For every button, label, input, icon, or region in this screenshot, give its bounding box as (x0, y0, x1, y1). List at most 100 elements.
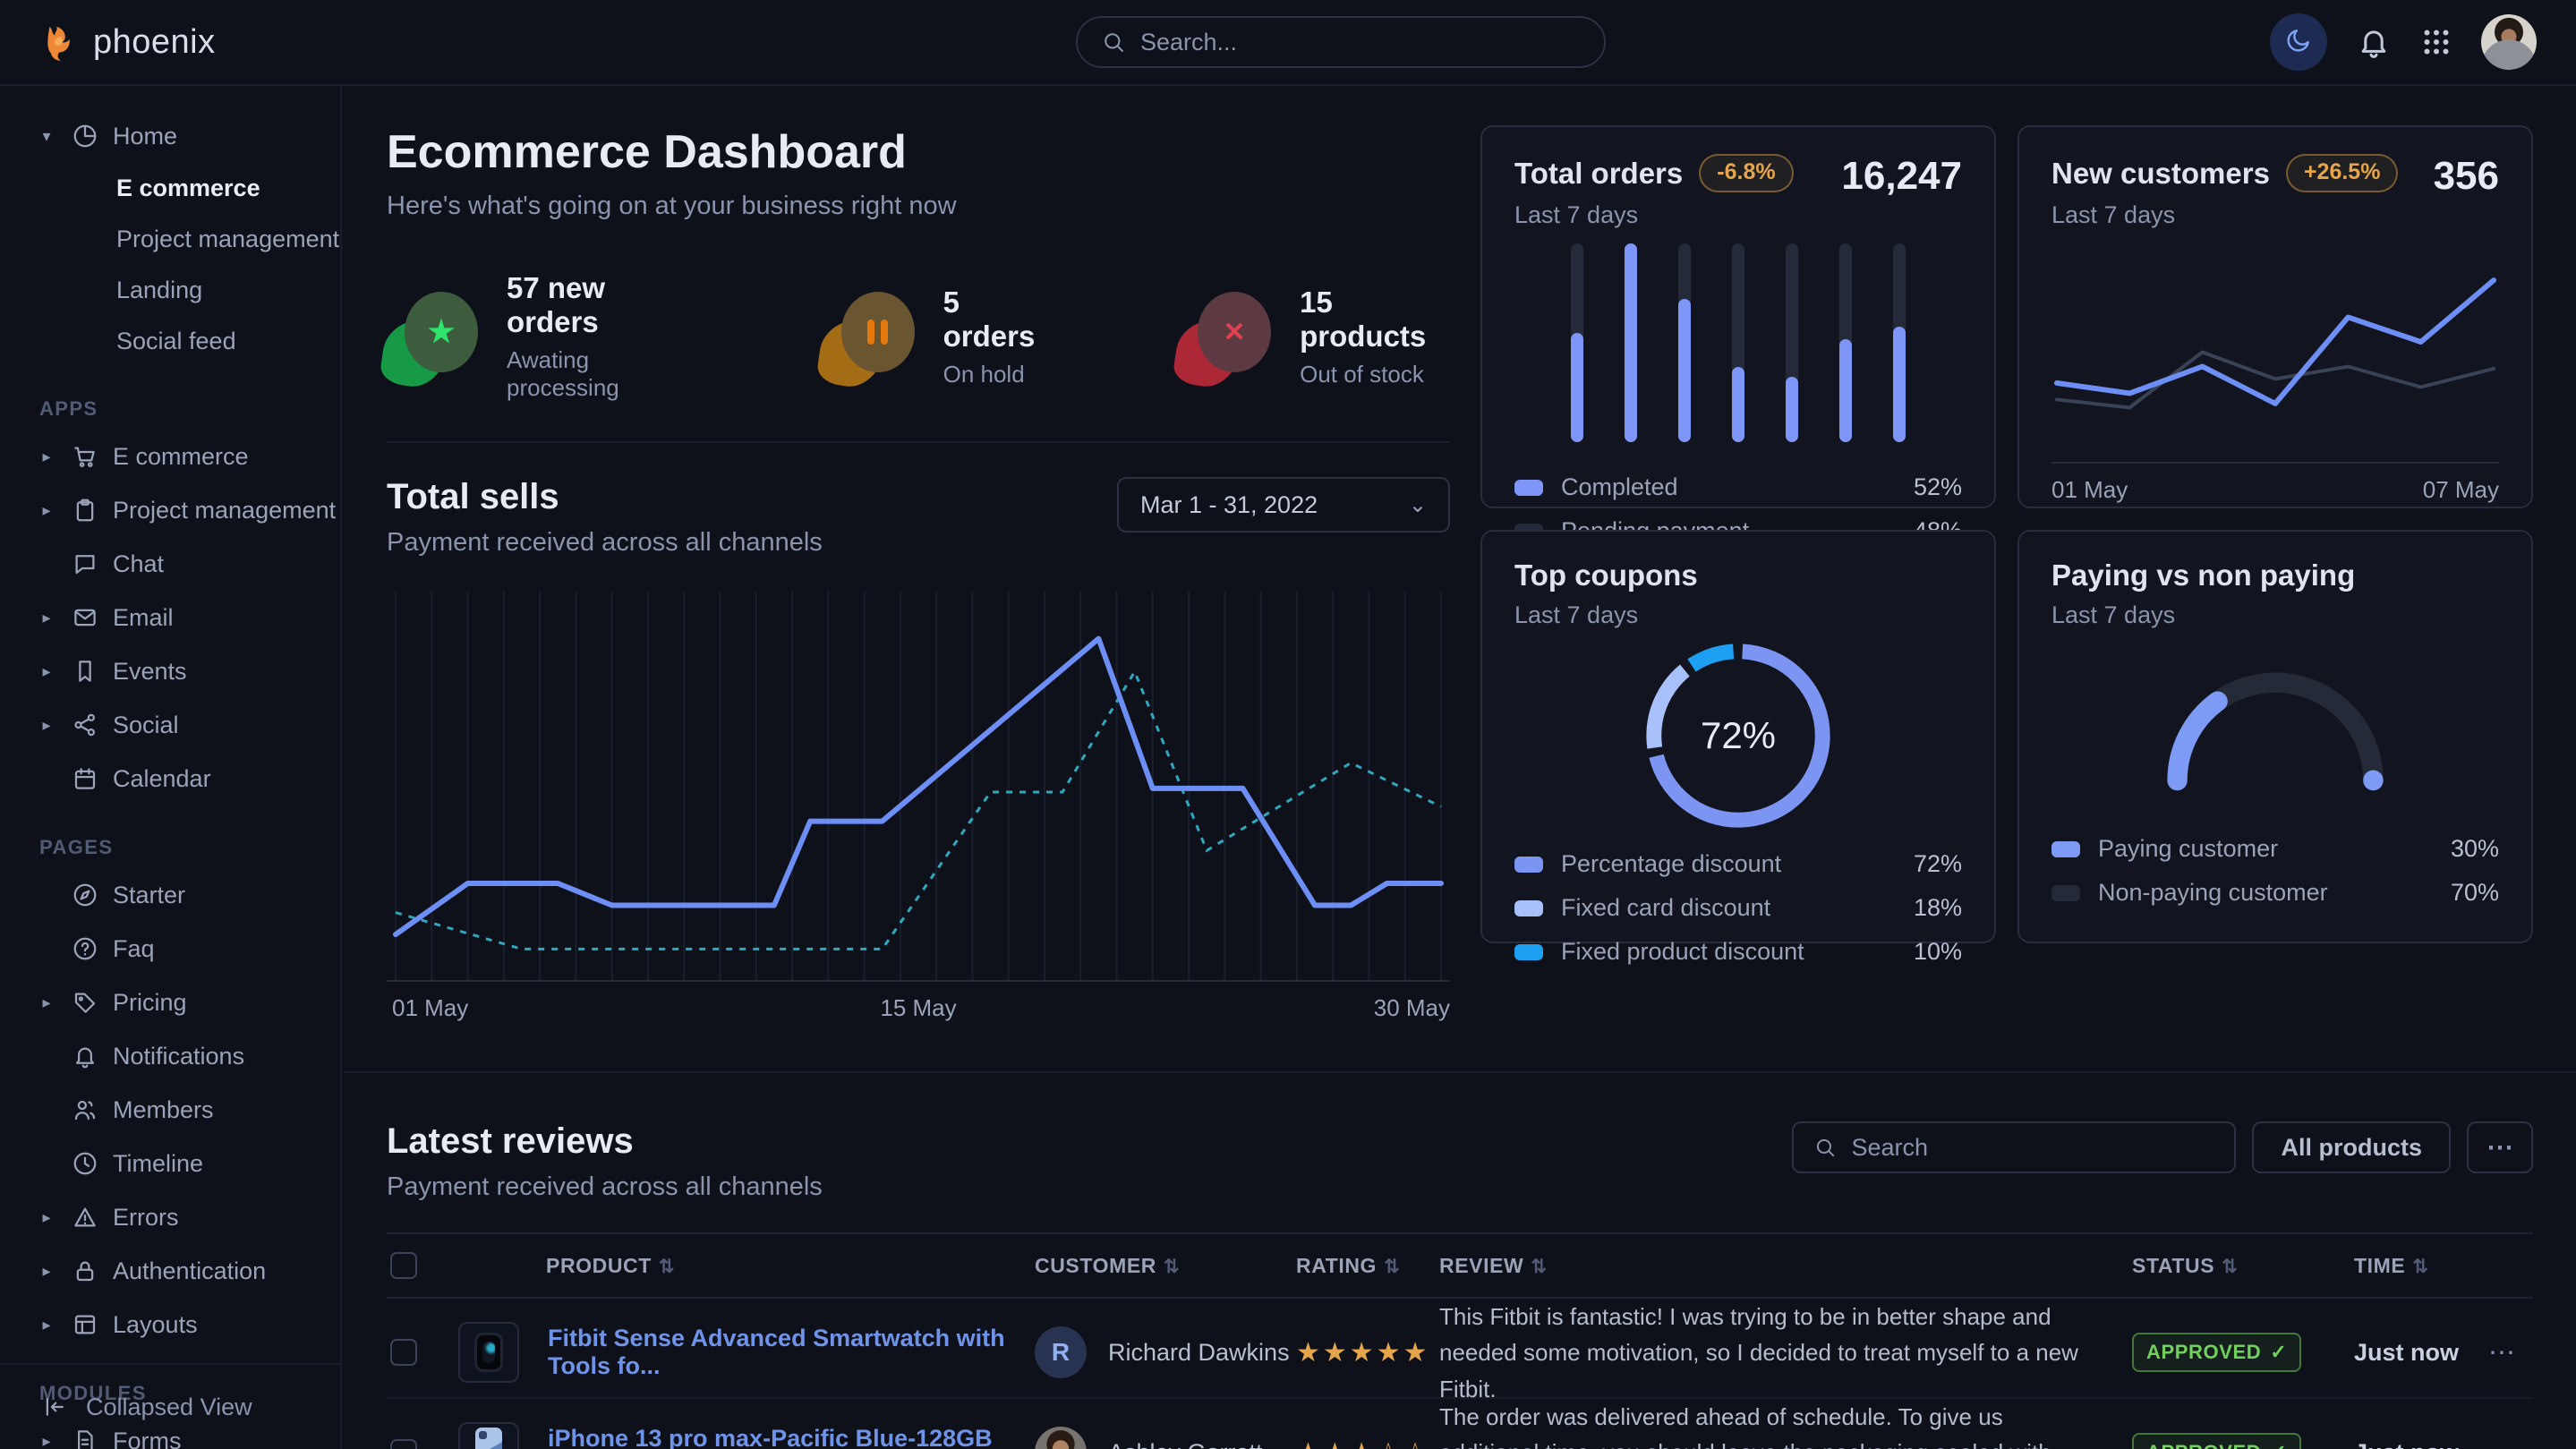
sidebar-item-social[interactable]: ▸ Social (0, 698, 340, 752)
stat-new-orders: ★ 57 new orders Awating processing (387, 271, 689, 402)
sidebar-item-label: Faq (113, 935, 155, 963)
customer-avatar (1035, 1427, 1087, 1449)
row-actions-button[interactable]: ⋯ (2488, 1337, 2533, 1368)
donut-center-label: 72% (1701, 714, 1776, 757)
global-search[interactable] (1076, 16, 1606, 68)
sidebar-item-notifications[interactable]: Notifications (0, 1029, 340, 1083)
card-value: 16,247 (1841, 154, 1962, 199)
chevron-down-icon: ⌄ (1409, 492, 1427, 518)
stat-value: 15 products (1300, 286, 1450, 354)
reviews-table: PRODUCT⇅ CUSTOMER⇅ RATING⇅ REVIEW⇅ STATU… (387, 1232, 2533, 1449)
select-all-checkbox[interactable] (390, 1252, 417, 1279)
product-link[interactable]: iPhone 13 pro max-Pacific Blue-128GB sto… (548, 1425, 1035, 1449)
sidebar-item-label: Project management (113, 497, 336, 524)
row-actions-button[interactable]: ⋯ (2488, 1437, 2533, 1449)
all-products-button[interactable]: All products (2252, 1121, 2451, 1173)
sidebar-item-label: Chat (113, 550, 164, 578)
product-thumbnail[interactable] (458, 1322, 519, 1383)
caret-right-icon: ▸ (36, 1262, 57, 1281)
legend-swatch (2051, 885, 2080, 901)
caret-right-icon: ▸ (36, 609, 57, 627)
global-search-input[interactable] (1140, 29, 1581, 56)
customer-avatar: R (1035, 1326, 1087, 1378)
sidebar-item-landing[interactable]: Landing (0, 265, 340, 316)
x-tick: 07 May (2423, 476, 2499, 504)
column-header-status[interactable]: STATUS⇅ (2132, 1254, 2354, 1278)
stat-caption: Out of stock (1300, 361, 1450, 388)
sidebar-item-starter[interactable]: Starter (0, 868, 340, 922)
user-avatar[interactable] (2481, 14, 2537, 70)
brand-logo[interactable]: phoenix (39, 21, 216, 63)
sidebar-item-faq[interactable]: Faq (0, 922, 340, 976)
new-customers-chart: 01 May 07 May (2051, 229, 2499, 504)
more-options-button[interactable]: ⋯ (2467, 1121, 2533, 1173)
sidebar-item-calendar[interactable]: Calendar (0, 752, 340, 805)
sidebar-item-email[interactable]: ▸ Email (0, 591, 340, 644)
sidebar-item-project-management-app[interactable]: ▸ Project management (0, 483, 340, 537)
sidebar-item-authentication[interactable]: ▸ Authentication (0, 1244, 340, 1298)
customer-name: Ashley Garrett (1108, 1439, 1263, 1449)
date-range-select[interactable]: Mar 1 - 31, 2022 ⌄ (1117, 477, 1450, 533)
reviews-search[interactable] (1792, 1121, 2236, 1173)
sidebar-item-label: E commerce (113, 443, 249, 471)
legend-label: Paying customer (2098, 835, 2278, 863)
total-sells-chart-svg (387, 579, 1450, 984)
on-hold-blob-icon (823, 292, 917, 381)
theme-toggle-button[interactable] (2270, 13, 2327, 71)
sidebar-item-layouts[interactable]: ▸ Layouts (0, 1298, 340, 1351)
total-sells-chart: 01 May 15 May 30 May (387, 579, 1450, 1028)
sidebar-item-social-feed[interactable]: Social feed (0, 316, 340, 367)
sidebar-item-timeline[interactable]: Timeline (0, 1137, 340, 1190)
sort-icon: ⇅ (1531, 1257, 1547, 1277)
review-text: The order was delivered ahead of schedul… (1439, 1399, 2132, 1449)
sidebar-item-ecommerce-app[interactable]: ▸ E commerce (0, 430, 340, 483)
search-icon (1813, 1136, 1837, 1159)
phoenix-flame-icon (39, 21, 81, 63)
share-icon (70, 710, 100, 740)
sidebar-item-chat[interactable]: Chat (0, 537, 340, 591)
sort-icon: ⇅ (1164, 1257, 1180, 1277)
pie-chart-icon (70, 121, 100, 151)
sidebar-item-label: Errors (113, 1204, 179, 1232)
apps-grid-button[interactable] (2420, 26, 2452, 58)
legend-value: 30% (2451, 835, 2499, 863)
stat-orders-on-hold: 5 orders On hold (823, 286, 1045, 388)
sidebar-item-events[interactable]: ▸ Events (0, 644, 340, 698)
sidebar-item-label: Layouts (113, 1311, 198, 1339)
nine-dots-icon (2420, 26, 2452, 58)
collapse-sidebar-button[interactable]: Collapsed View (0, 1363, 340, 1449)
notifications-button[interactable] (2356, 24, 2392, 60)
product-link[interactable]: Fitbit Sense Advanced Smartwatch with To… (548, 1325, 1035, 1380)
column-header-product[interactable]: PRODUCT⇅ (444, 1254, 1035, 1278)
bookmark-icon (70, 656, 100, 686)
column-header-customer[interactable]: CUSTOMER⇅ (1035, 1254, 1296, 1278)
column-header-rating[interactable]: RATING⇅ (1296, 1254, 1439, 1278)
sidebar-item-errors[interactable]: ▸ Errors (0, 1190, 340, 1244)
legend-swatch (1514, 480, 1543, 496)
sidebar-item-project-management-home[interactable]: Project management (0, 214, 340, 265)
sidebar-group-home[interactable]: ▾ Home (0, 109, 340, 163)
reviews-search-input[interactable] (1851, 1134, 2214, 1162)
caret-right-icon: ▸ (36, 716, 57, 735)
orders-bar-chart (1514, 229, 1962, 465)
review-time: Just now (2354, 1339, 2488, 1367)
sidebar-item-pricing[interactable]: ▸ Pricing (0, 976, 340, 1029)
column-header-review[interactable]: REVIEW⇅ (1439, 1254, 2132, 1278)
bell-icon (70, 1041, 100, 1071)
column-header-time[interactable]: TIME⇅ (2354, 1254, 2488, 1278)
reviews-title: Latest reviews (387, 1121, 823, 1162)
sidebar-item-label: Social (113, 712, 179, 739)
warning-triangle-icon (70, 1202, 100, 1232)
reviews-subtitle: Payment received across all channels (387, 1172, 823, 1202)
sidebar-item-members[interactable]: Members (0, 1083, 340, 1137)
sidebar-item-ecommerce-home[interactable]: E commerce (0, 163, 340, 214)
trend-badge: -6.8% (1699, 154, 1793, 192)
paying-vs-nonpaying-card: Paying vs non paying Last 7 days Paying … (2017, 530, 2533, 943)
row-checkbox[interactable] (390, 1339, 417, 1366)
row-checkbox[interactable] (390, 1439, 417, 1449)
review-text: This Fitbit is fantastic! I was trying t… (1439, 1299, 2132, 1407)
card-value: 356 (2434, 154, 2499, 199)
product-thumbnail[interactable] (458, 1422, 519, 1449)
caret-down-icon: ▾ (36, 127, 57, 146)
check-icon: ✓ (2270, 1441, 2287, 1449)
